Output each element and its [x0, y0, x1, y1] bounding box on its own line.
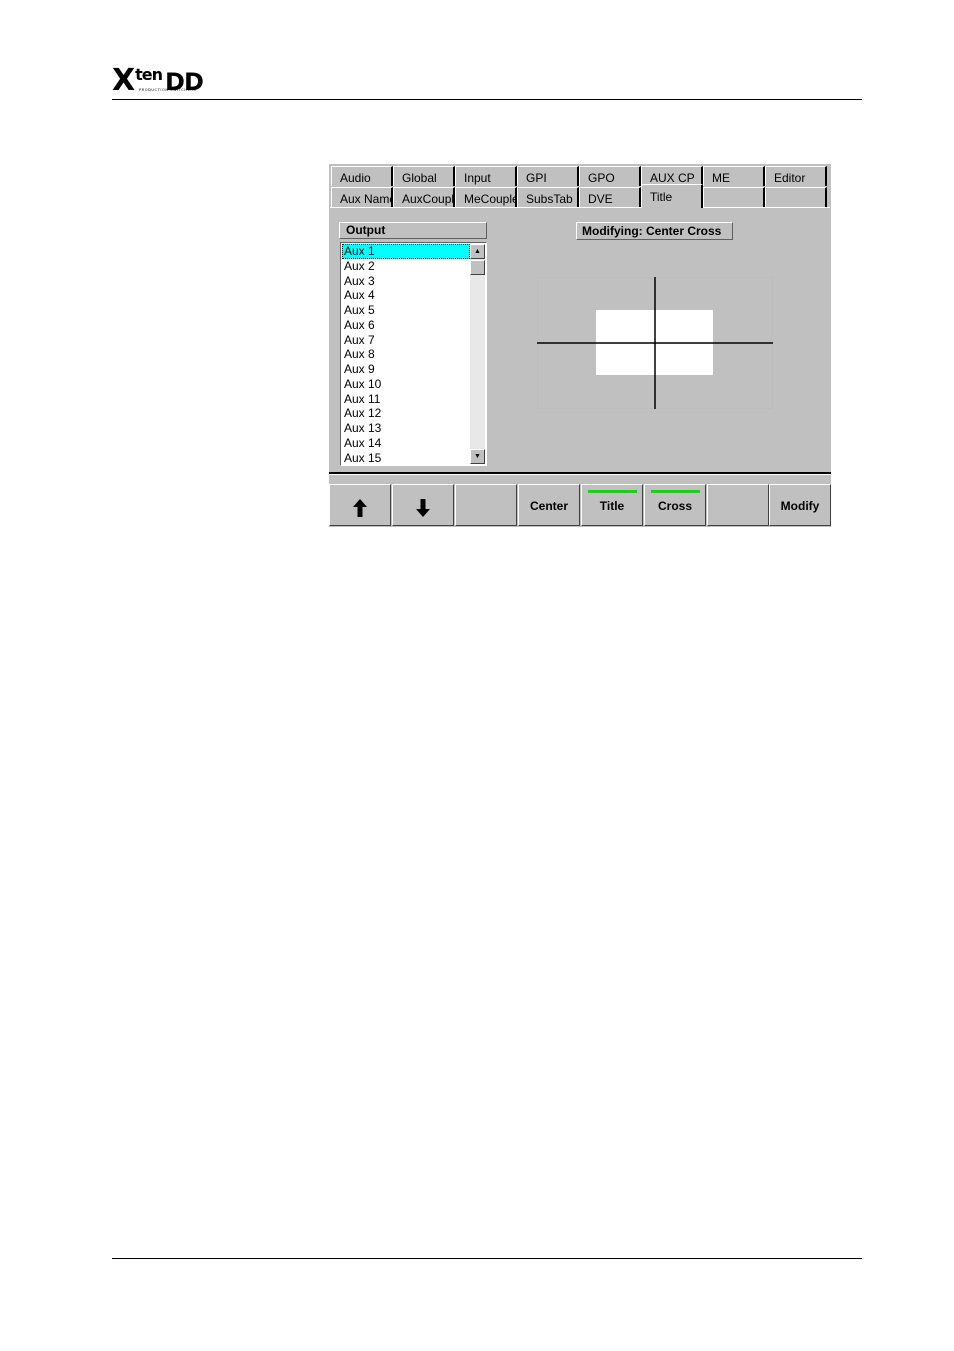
- title-button-label: Title: [599, 499, 625, 513]
- list-item[interactable]: Aux 1: [342, 244, 470, 259]
- tab-gpi[interactable]: GPI: [517, 166, 579, 186]
- list-item[interactable]: Aux 5: [342, 303, 470, 318]
- tab-empty-1[interactable]: [703, 187, 765, 207]
- blank-button-2[interactable]: [707, 484, 769, 526]
- modifying-status-label: Modifying: Center Cross: [576, 222, 733, 240]
- cross-button-label: Cross: [657, 499, 692, 513]
- cross-button[interactable]: Cross: [644, 484, 706, 526]
- title-setup-window: Audio Global Input GPI GPO AUX CP ME Edi…: [329, 164, 831, 527]
- tab-dve[interactable]: DVE: [579, 187, 641, 207]
- tab-aux-couple[interactable]: AuxCouple: [393, 187, 455, 207]
- tab-global[interactable]: Global: [393, 166, 455, 186]
- scroll-up-icon[interactable]: ▲: [470, 244, 485, 259]
- list-item[interactable]: Aux 12: [342, 406, 470, 421]
- tab-baseline: [330, 207, 830, 208]
- list-item[interactable]: Aux 9: [342, 362, 470, 377]
- blank-button-1[interactable]: [455, 484, 517, 526]
- modify-button-label: Modify: [780, 499, 820, 513]
- list-item[interactable]: Aux 14: [342, 436, 470, 451]
- center-cross-preview: [537, 277, 773, 409]
- tab-me-couple[interactable]: MeCouple: [455, 187, 517, 207]
- list-item[interactable]: Aux 6: [342, 318, 470, 333]
- list-item[interactable]: Aux 13: [342, 421, 470, 436]
- scroll-down-icon[interactable]: ▼: [470, 449, 485, 464]
- arrow-down-icon: [416, 499, 430, 517]
- tab-editor[interactable]: Editor: [765, 166, 827, 186]
- center-button[interactable]: Center: [518, 484, 580, 526]
- move-up-button[interactable]: [329, 484, 391, 526]
- footer-rule: [112, 1258, 862, 1259]
- tab-empty-2[interactable]: [765, 187, 827, 207]
- center-button-label: Center: [529, 499, 568, 513]
- list-item[interactable]: Aux 2: [342, 259, 470, 274]
- list-item[interactable]: Aux 4: [342, 288, 470, 303]
- tab-aux-cp[interactable]: AUX CP: [641, 166, 703, 186]
- tab-aux-name[interactable]: Aux Name: [331, 187, 393, 207]
- tab-input[interactable]: Input: [455, 166, 517, 186]
- tab-subs-tab[interactable]: SubsTab: [517, 187, 579, 207]
- list-item[interactable]: Aux 10: [342, 377, 470, 392]
- move-down-button[interactable]: [392, 484, 454, 526]
- cross-active-indicator: [651, 490, 700, 493]
- title-button[interactable]: Title: [581, 484, 643, 526]
- scroll-thumb[interactable]: [470, 260, 485, 275]
- arrow-up-icon: [353, 499, 367, 517]
- modify-button[interactable]: Modify: [769, 484, 831, 526]
- header-rule: [112, 99, 862, 100]
- tab-title[interactable]: Title: [641, 184, 703, 208]
- logo-tagline: PRODUCTION SWITCHERS: [139, 88, 197, 92]
- tab-audio[interactable]: Audio: [331, 166, 393, 186]
- list-item[interactable]: Aux 8: [342, 347, 470, 362]
- list-item[interactable]: Aux 11: [342, 392, 470, 407]
- output-scrollbar[interactable]: ▲ ▼: [470, 244, 485, 464]
- tab-me[interactable]: ME: [703, 166, 765, 186]
- xten-dd-logo: Xten DD PRODUCTION SWITCHERS: [112, 60, 224, 96]
- output-listbox[interactable]: Aux 1 Aux 2 Aux 3 Aux 4 Aux 5 Aux 6 Aux …: [340, 242, 487, 466]
- output-list-header: Output: [339, 222, 487, 239]
- tab-gpo[interactable]: GPO: [579, 166, 641, 186]
- title-active-indicator: [588, 490, 637, 493]
- list-item[interactable]: Aux 15: [342, 451, 470, 465]
- list-item[interactable]: Aux 7: [342, 333, 470, 348]
- list-item[interactable]: Aux 3: [342, 274, 470, 289]
